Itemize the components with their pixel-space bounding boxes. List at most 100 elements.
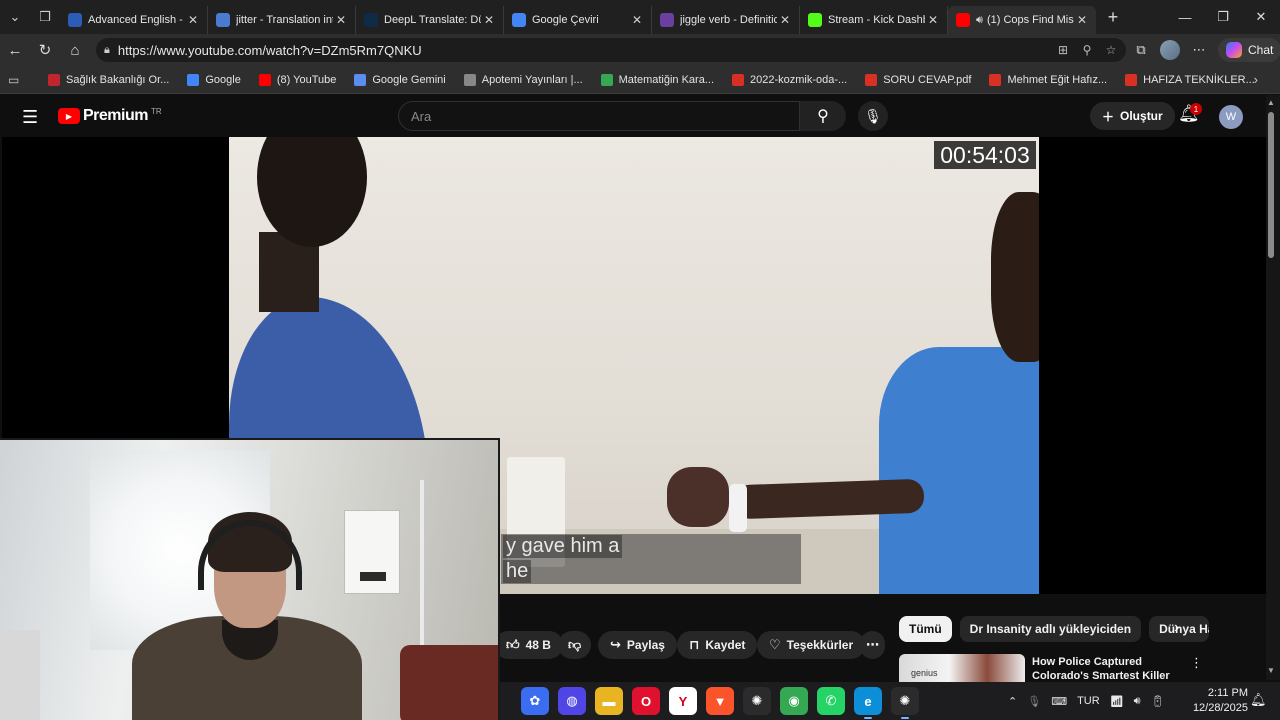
chip-all[interactable]: Tümü — [899, 616, 952, 642]
address-bar-row: ← ↻ ⌂ 🔒︎ https://www.youtube.com/watch?v… — [0, 34, 1280, 66]
plus-icon: ＋ — [1102, 109, 1115, 124]
bookmark-label: (8) YouTube — [276, 73, 337, 86]
close-tab-icon[interactable]: ✕ — [1074, 13, 1090, 27]
bookmark-label: Apotemi Yayınları |... — [481, 73, 583, 86]
home-button[interactable]: ⌂ — [60, 34, 90, 66]
browser-tab[interactable]: Stream - Kick Dashboa✕ — [800, 6, 948, 34]
microphone-tray-icon[interactable]: 🎙︎ — [1027, 695, 1041, 708]
scrollbar-thumb[interactable] — [1268, 112, 1274, 258]
recommendation-thumbnail[interactable]: genius — [899, 654, 1025, 682]
taskbar-yandex-icon[interactable]: Y — [669, 687, 697, 715]
back-button[interactable]: ← — [0, 34, 30, 66]
site-info-icon[interactable]: 🔒︎ — [104, 44, 110, 57]
bookmark-item[interactable]: Apotemi Yayınları |... — [463, 73, 583, 86]
profile-avatar[interactable] — [1160, 40, 1180, 60]
input-language[interactable]: TUR — [1077, 695, 1100, 707]
share-button[interactable]: ↪ Paylaş — [598, 631, 677, 659]
tab-actions-chevron-icon[interactable]: ⌄ — [0, 0, 30, 34]
taskbar-whatsapp-icon[interactable]: ✆ — [817, 687, 845, 715]
ministry-favicon-icon — [48, 73, 60, 86]
browser-tab[interactable]: jiggle verb - Definition ✕ — [652, 6, 800, 34]
bookmark-item[interactable]: Mehmet Eğit Hafız... — [989, 73, 1107, 86]
workspaces-icon[interactable]: ❒ — [30, 0, 60, 34]
taskbar-opera-icon[interactable]: O — [632, 687, 660, 715]
close-tab-icon[interactable]: ✕ — [925, 13, 941, 27]
youtube-premium-logo[interactable]: ▶ Premium TR — [58, 107, 162, 125]
refresh-button[interactable]: ↻ — [30, 34, 60, 66]
collections-icon[interactable]: ▭ — [8, 73, 30, 87]
close-window-button[interactable]: ✕ — [1242, 0, 1280, 34]
bookmark-item[interactable]: Sağlık Bakanlığı Or... — [48, 73, 169, 86]
app-available-icon[interactable]: ⊞ — [1054, 41, 1072, 59]
scroll-down-arrow-icon[interactable]: ▼ — [1267, 666, 1275, 675]
scroll-up-arrow-icon[interactable]: ▲ — [1267, 98, 1275, 107]
microphone-icon: 🎙︎ — [864, 107, 882, 124]
browser-tab[interactable]: jitter - Translation into ✕ — [208, 6, 356, 34]
google-translate-favicon-icon — [512, 13, 526, 27]
close-tab-icon[interactable]: ✕ — [333, 13, 349, 27]
battery-icon[interactable]: 🔋︎ — [1151, 695, 1165, 708]
browser-tab[interactable]: DeepL Translate: Dünya✕ — [356, 6, 504, 34]
like-button[interactable]: 👍︎ 48 B — [494, 631, 563, 659]
chips-next-chevron-icon[interactable]: › — [1174, 619, 1179, 637]
guide-menu-icon[interactable]: ☰ — [22, 107, 38, 128]
close-tab-icon[interactable]: ✕ — [777, 13, 793, 27]
close-tab-icon[interactable]: ✕ — [629, 13, 645, 27]
zoom-icon[interactable]: ⚲ — [1078, 41, 1096, 59]
taskbar-chatgpt-icon[interactable]: ✺ — [743, 687, 771, 715]
recommendation-menu-icon[interactable]: ⋮ — [1190, 655, 1203, 671]
video-right-person-gown — [879, 347, 1039, 594]
keyboard-icon[interactable]: ⌨ — [1051, 695, 1067, 708]
search-button[interactable]: ⚲ — [800, 101, 846, 131]
chip-uploader[interactable]: Dr Insanity adlı yükleyiciden — [959, 616, 1142, 642]
share-arrow-icon: ↪ — [610, 637, 621, 652]
video-right-person-face — [991, 192, 1039, 362]
minimize-button[interactable]: — — [1166, 0, 1204, 34]
bookmarks-overflow-chevron-icon[interactable]: › — [1254, 72, 1258, 87]
bookmark-item[interactable]: HAFIZA TEKNİKLER... — [1125, 73, 1255, 86]
copilot-chat-button[interactable]: Chat — [1218, 38, 1280, 62]
taskbar-app-blue-icon[interactable]: ✿ — [521, 687, 549, 715]
new-tab-button[interactable]: + — [1096, 7, 1130, 28]
extensions-icon[interactable]: ⧉ — [1130, 39, 1152, 61]
bookmark-item[interactable]: Google Gemini — [354, 73, 446, 86]
more-actions-button[interactable]: ⋯ — [860, 631, 885, 659]
notification-center-icon[interactable]: 🔔︎ — [1250, 692, 1267, 708]
taskbar-chatgpt-alt-icon[interactable]: ✺ — [891, 687, 919, 719]
browser-tab[interactable]: 🔊︎ (1) Cops Find Miss ✕ — [948, 6, 1096, 34]
save-button[interactable]: ⊓ Kaydet — [677, 631, 758, 659]
recommendation-title[interactable]: How Police Captured Colorado's Smartest … — [1032, 655, 1182, 681]
video-wristband — [729, 484, 747, 532]
system-clock[interactable]: 2:11 PM 12/28/2025 — [1190, 686, 1248, 716]
tray-overflow-chevron-icon[interactable]: ⌃ — [1008, 695, 1017, 708]
taskbar-edge-icon[interactable]: e — [854, 687, 882, 719]
taskbar-file-explorer-icon[interactable]: ▬ — [595, 687, 623, 715]
wifi-icon[interactable]: 📶︎ — [1110, 695, 1124, 708]
dislike-button[interactable]: 👎︎ — [558, 631, 592, 659]
bookmark-item[interactable]: (8) YouTube — [258, 73, 337, 86]
more-options-icon[interactable]: ⋯ — [1188, 39, 1210, 61]
close-tab-icon[interactable]: ✕ — [481, 13, 497, 27]
address-field[interactable]: 🔒︎ https://www.youtube.com/watch?v=DZm5R… — [96, 38, 1126, 62]
account-avatar[interactable]: W — [1219, 105, 1243, 129]
thanks-button[interactable]: ♡ Teşekkürler — [757, 631, 866, 659]
taskbar-messenger-icon[interactable]: ◍ — [558, 687, 586, 715]
taskbar-chrome-icon[interactable]: ◉ — [780, 687, 808, 715]
tab-audio-icon[interactable]: 🔊︎ — [976, 14, 983, 27]
browser-tab[interactable]: Google Çeviri ✕ — [504, 6, 652, 34]
bookmark-item[interactable]: Matematiğin Kara... — [600, 73, 714, 86]
browser-tab[interactable]: Advanced English - 22✕ — [60, 6, 208, 34]
search-icon: ⚲ — [817, 108, 829, 125]
restore-button[interactable]: ❐ — [1204, 0, 1242, 34]
taskbar-brave-icon[interactable]: ▼ — [706, 687, 734, 715]
bookmark-item[interactable]: 2022-kozmik-oda-... — [732, 73, 847, 86]
youtube-favicon-icon — [956, 13, 970, 27]
bookmark-item[interactable]: Google — [187, 73, 241, 86]
close-tab-icon[interactable]: ✕ — [185, 13, 201, 27]
bookmark-item[interactable]: SORU CEVAP.pdf — [865, 73, 971, 86]
voice-search-button[interactable]: 🎙︎ — [858, 101, 888, 131]
favorite-star-icon[interactable]: ☆ — [1102, 41, 1120, 59]
search-input[interactable]: Ara — [398, 101, 800, 131]
create-button[interactable]: ＋ Oluştur — [1090, 102, 1175, 130]
volume-icon[interactable]: 🔊︎ — [1134, 695, 1141, 708]
